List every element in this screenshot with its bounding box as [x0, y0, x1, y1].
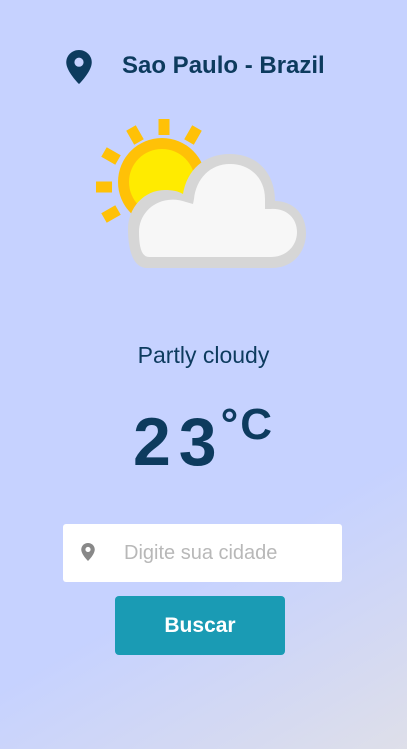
- temperature-unit: °C: [220, 400, 274, 449]
- weather-condition: Partly cloudy: [137, 342, 270, 368]
- map-pin-icon: [81, 543, 95, 561]
- map-pin-icon: [66, 50, 92, 84]
- location-name: Sao Paulo - Brazil: [122, 52, 325, 79]
- search-button[interactable]: Buscar: [115, 596, 285, 655]
- partly-cloudy-icon: [96, 119, 306, 268]
- city-search-input[interactable]: [111, 524, 333, 582]
- temperature-display: 23°C: [0, 400, 407, 482]
- temperature-value: 23: [132, 404, 225, 480]
- city-search-box: [63, 524, 342, 582]
- location-header: Sao Paulo - Brazil: [0, 48, 407, 86]
